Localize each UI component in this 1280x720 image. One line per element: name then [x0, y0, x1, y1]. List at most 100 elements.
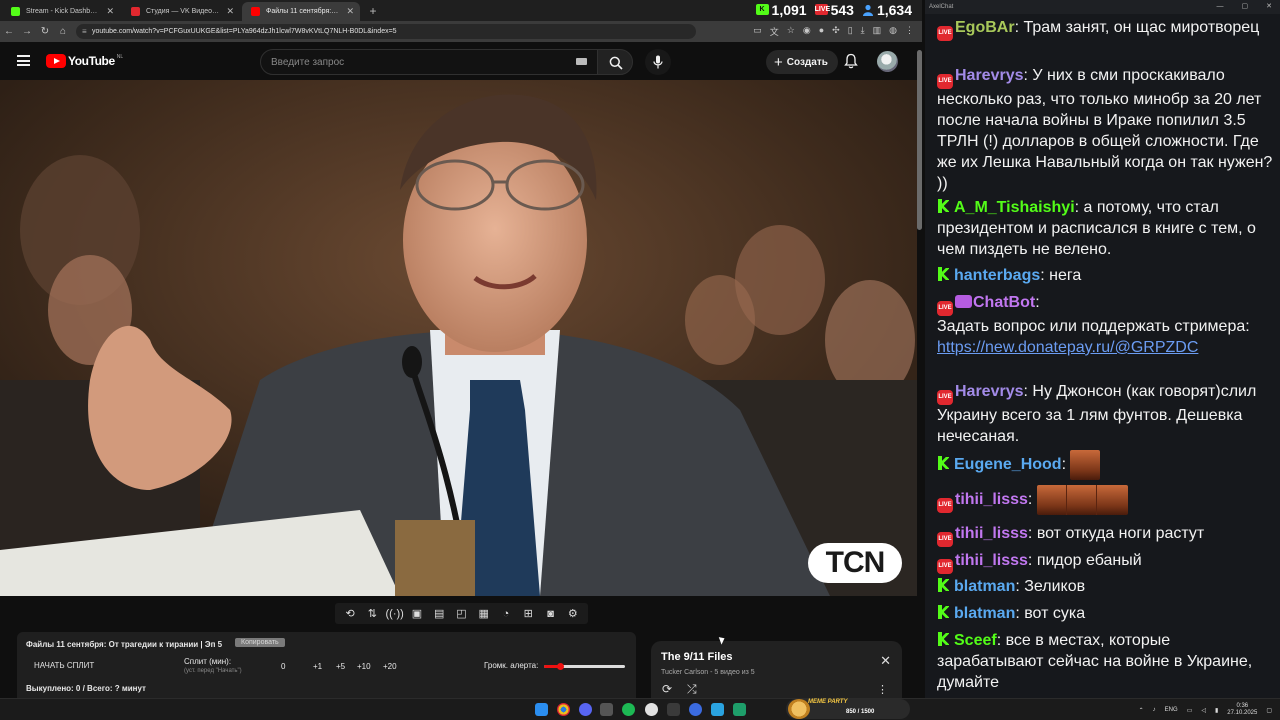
spotify-icon[interactable] — [622, 703, 635, 716]
tab-kick-dashboard[interactable]: Stream - Kick Dashboard ✕ — [2, 2, 120, 21]
start-split-button[interactable]: НАЧАТЬ СПЛИТ — [26, 659, 102, 672]
obs-icon[interactable] — [645, 703, 658, 716]
language-indicator[interactable]: ENG — [1165, 707, 1178, 713]
battery-icon[interactable]: ▮ — [1215, 707, 1218, 714]
sort-arrows-icon[interactable]: ⇅ — [364, 606, 380, 622]
search-input[interactable] — [261, 50, 561, 74]
filmstrip-icon[interactable]: ▦ — [476, 606, 492, 622]
chat-username[interactable]: hanterbags — [954, 267, 1040, 284]
clapperboard-icon[interactable]: ▤ — [431, 606, 447, 622]
search-button[interactable] — [597, 49, 633, 75]
more-options-icon[interactable]: ⋮ — [877, 683, 888, 696]
close-tab-icon[interactable]: ✕ — [106, 2, 114, 21]
translate-icon[interactable]: 文 — [770, 25, 779, 38]
telegram-icon[interactable] — [711, 703, 724, 716]
audio-waves-icon[interactable]: ((·)) — [386, 606, 404, 622]
playlist-title[interactable]: The 9/11 Files — [661, 651, 733, 663]
address-bar[interactable]: ≡ youtube.com/watch?v=PCFGuxUUKGE&list=P… — [76, 24, 696, 39]
meme-party-widget[interactable]: MEME PARTY 850 / 1500 — [786, 699, 910, 719]
chat-username[interactable]: Harevrys — [955, 383, 1024, 400]
close-tab-icon[interactable]: ✕ — [346, 2, 354, 21]
chevron-up-icon[interactable]: ⌃ — [1139, 707, 1144, 714]
alert-volume-knob[interactable] — [557, 663, 565, 670]
notifications-bell-icon[interactable] — [844, 53, 858, 69]
loop-icon[interactable]: ⟲ — [342, 606, 358, 622]
voice-search-button[interactable] — [645, 49, 671, 75]
tab-youtube-video[interactable]: Файлы 11 сентября: От тр... ✕ — [242, 2, 360, 21]
notifications-icon[interactable]: ▢ — [1266, 707, 1272, 714]
subtitles-settings-icon[interactable]: ▣ — [409, 606, 425, 622]
app-icon[interactable] — [600, 703, 613, 716]
network-icon[interactable]: ▭ — [1187, 707, 1193, 714]
kick-logo-icon — [937, 605, 950, 619]
loop-playlist-icon[interactable]: ⟳ — [662, 682, 672, 696]
menu-dots-icon[interactable]: ⋮ — [905, 25, 914, 38]
cast-icon[interactable]: ▭ — [753, 25, 762, 38]
home-icon[interactable]: ⌂ — [54, 23, 72, 41]
add-screen-icon[interactable]: ⊞ — [520, 606, 536, 622]
chrome-icon[interactable] — [557, 703, 570, 716]
chat-username[interactable]: blatman — [954, 605, 1015, 622]
hamburger-menu-icon[interactable] — [17, 55, 30, 66]
chat-username[interactable]: A_M_Tishaishyi — [954, 199, 1075, 216]
extension-icon[interactable]: ◉ — [803, 25, 811, 38]
speedometer-icon[interactable]: ◔ — [498, 606, 514, 622]
youtube-logo[interactable]: YouTube NL — [46, 54, 123, 68]
sidebar-icon[interactable]: ▯ — [848, 25, 853, 38]
chat-username[interactable]: tihii_lisss — [955, 552, 1028, 569]
add-10-button[interactable]: +10 — [357, 662, 371, 671]
close-icon[interactable]: ✕ — [880, 653, 891, 669]
media-player-icon[interactable] — [689, 703, 702, 716]
extension-icon[interactable]: ● — [819, 25, 824, 38]
close-window-icon[interactable]: ✕ — [1266, 0, 1272, 14]
create-button[interactable]: + Создать — [766, 50, 838, 74]
back-arrow-icon[interactable]: ← — [0, 23, 18, 41]
forward-arrow-icon[interactable]: → — [18, 23, 36, 41]
chat-username[interactable]: tihii_lisss — [955, 491, 1028, 508]
discord-icon[interactable] — [579, 703, 592, 716]
microphone-icon[interactable]: ♪ — [1153, 707, 1156, 713]
site-info-icon[interactable]: ≡ — [82, 27, 92, 36]
shuffle-icon[interactable]: ⤮ — [687, 682, 697, 697]
chat-text: вот откуда ноги растут — [1036, 525, 1205, 542]
app-icon[interactable] — [733, 703, 746, 716]
video-player[interactable]: TCN — [0, 80, 917, 596]
miniplayer-icon[interactable]: ◰ — [453, 606, 469, 622]
split-view-icon[interactable]: ▥ — [873, 25, 882, 38]
chat-username[interactable]: ChatBot — [973, 294, 1035, 311]
chat-username[interactable]: EgoBAr — [955, 19, 1015, 36]
chat-username[interactable]: tihii_lisss — [955, 525, 1028, 542]
windows-start-icon[interactable] — [535, 703, 548, 716]
keyboard-icon[interactable] — [576, 58, 587, 65]
scrollbar-thumb[interactable] — [917, 50, 922, 230]
settings-gear-icon[interactable]: ⚙ — [565, 606, 581, 622]
chat-username[interactable]: Eugene_Hood — [954, 456, 1062, 473]
split-minutes-value[interactable]: 0 — [281, 662, 285, 671]
donate-link[interactable]: https://new.donatepay.ru/@GRPZDC — [937, 339, 1198, 356]
maximize-icon[interactable]: ▢ — [1242, 0, 1249, 14]
copy-button[interactable]: Копировать — [235, 638, 285, 647]
puzzle-extensions-icon[interactable]: ✣ — [832, 25, 840, 38]
close-tab-icon[interactable]: ✕ — [226, 2, 234, 21]
profile-icon[interactable]: ◍ — [889, 25, 897, 38]
page-scrollbar[interactable] — [917, 42, 922, 698]
minimize-icon[interactable]: — — [1217, 0, 1224, 14]
add-1-button[interactable]: +1 — [313, 662, 322, 671]
add-5-button[interactable]: +5 — [336, 662, 345, 671]
search-box[interactable] — [260, 49, 598, 75]
add-20-button[interactable]: +20 — [383, 662, 397, 671]
new-tab-button[interactable]: + — [364, 2, 382, 21]
steam-icon[interactable] — [667, 703, 680, 716]
chat-username[interactable]: blatman — [954, 578, 1015, 595]
chat-username[interactable]: Harevrys — [955, 67, 1024, 84]
reload-icon[interactable]: ↻ — [36, 23, 54, 41]
bookmark-star-icon[interactable]: ☆ — [787, 25, 795, 38]
chat-username[interactable]: Sceef — [954, 632, 997, 649]
volume-icon[interactable]: ◁ — [1201, 707, 1206, 714]
tab-vk-studio[interactable]: Студия — VK Видео Live ✕ — [122, 2, 240, 21]
camera-icon[interactable]: ◙ — [543, 606, 559, 622]
clock[interactable]: 0:36 27.10.2025 — [1227, 703, 1257, 717]
alert-volume-slider[interactable] — [544, 663, 625, 670]
account-avatar[interactable] — [877, 51, 898, 72]
download-icon[interactable]: ⤓ — [861, 25, 865, 38]
